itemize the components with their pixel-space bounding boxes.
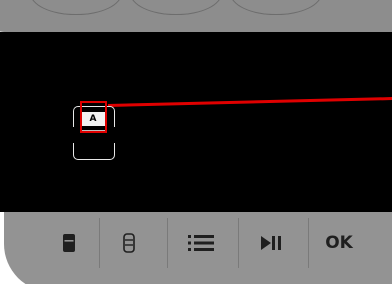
single-slot-icon bbox=[63, 234, 75, 252]
list-icon bbox=[188, 235, 214, 251]
top-button-1[interactable] bbox=[30, 0, 122, 15]
stack-button[interactable] bbox=[94, 212, 164, 274]
ok-label: OK bbox=[325, 233, 353, 253]
bottom-toolbar: OK bbox=[4, 212, 392, 284]
stack-icon bbox=[123, 233, 135, 253]
top-button-3[interactable] bbox=[230, 0, 322, 15]
top-button-2[interactable] bbox=[130, 0, 222, 15]
item-frame-bottom bbox=[73, 143, 115, 160]
ok-button[interactable]: OK bbox=[304, 212, 374, 274]
list-button[interactable] bbox=[166, 212, 236, 274]
pointer-line bbox=[107, 97, 392, 107]
top-bezel bbox=[0, 0, 392, 32]
device-frame: A OK bbox=[0, 0, 392, 284]
screen: A bbox=[0, 32, 392, 212]
play-pause-button[interactable] bbox=[237, 212, 307, 274]
play-pause-icon bbox=[261, 236, 281, 250]
selection-box bbox=[80, 101, 107, 133]
